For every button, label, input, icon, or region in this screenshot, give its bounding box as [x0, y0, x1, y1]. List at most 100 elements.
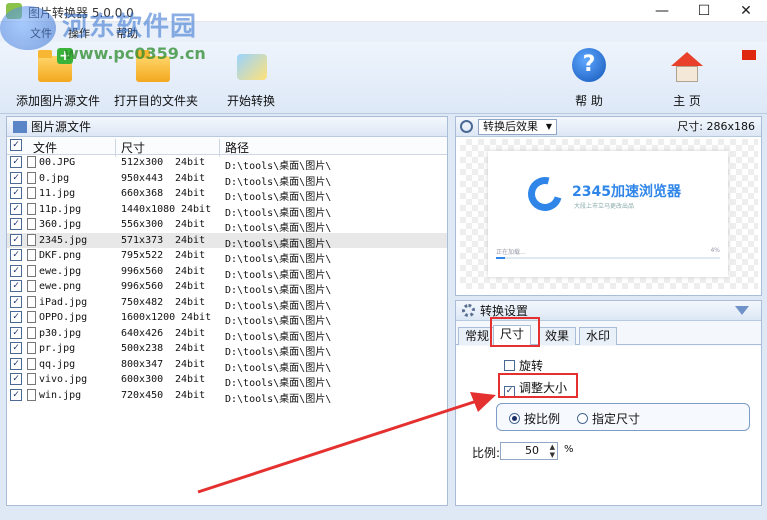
file-icon: [27, 187, 36, 199]
open-target-label: 打开目的文件夹: [114, 94, 199, 108]
help-icon: ?: [571, 48, 607, 84]
preview-image: 2345加速浏览器 大段上市立马更改出品 正在加载... 4%: [488, 151, 728, 277]
by-size-radio[interactable]: [577, 413, 588, 424]
rotate-option[interactable]: 旋转: [504, 357, 543, 374]
size-tab-highlight: [490, 317, 540, 347]
file-size: 1600x1200: [121, 312, 176, 323]
file-size: 556x300: [121, 219, 164, 230]
table-row[interactable]: ✓ DKF.png 795x522 24bit D:\tools\桌面\图片\: [7, 248, 447, 265]
select-all-checkbox[interactable]: ✓: [10, 139, 22, 151]
file-size: 996x560: [121, 265, 164, 277]
file-list-title: 图片源文件: [31, 120, 92, 134]
home-button[interactable]: 主 页: [666, 48, 708, 109]
tab-watermark[interactable]: 水印: [579, 327, 618, 345]
table-row[interactable]: ✓ 11p.jpg 1440x1080 24bit D:\tools\桌面\图片\: [7, 202, 447, 219]
table-row[interactable]: ✓ p30.jpg 640x426 24bit D:\tools\桌面\图片\: [7, 326, 447, 343]
column-path[interactable]: 路径: [225, 139, 249, 156]
rotate-checkbox[interactable]: [504, 360, 515, 371]
zoom-icon[interactable]: [460, 120, 473, 133]
row-checkbox[interactable]: ✓: [10, 233, 22, 246]
column-file[interactable]: 文件: [33, 139, 57, 156]
row-checkbox[interactable]: ✓: [10, 202, 22, 215]
file-name: ewe.jpg: [39, 265, 82, 277]
row-checkbox[interactable]: ✓: [10, 249, 22, 261]
file-name: 00.JPG: [39, 157, 76, 168]
close-button[interactable]: ✕: [726, 0, 766, 22]
file-depth: 24bit: [175, 296, 206, 308]
row-checkbox[interactable]: ✓: [10, 388, 22, 401]
by-ratio-radio[interactable]: [509, 413, 520, 424]
by-size-option[interactable]: 指定尺寸: [577, 410, 640, 427]
column-size[interactable]: 尺寸: [121, 139, 145, 156]
table-row[interactable]: ✓ iPad.jpg 750x482 24bit D:\tools\桌面\图片\: [7, 295, 447, 312]
row-checkbox[interactable]: ✓: [10, 342, 22, 354]
table-row[interactable]: ✓ OPPO.jpg 1600x1200 24bit D:\tools\桌面\图片\: [7, 310, 447, 327]
file-size: 640x426: [121, 327, 164, 339]
file-icon: [27, 357, 36, 370]
file-size: 500x238: [121, 343, 164, 354]
tab-effect[interactable]: 效果: [538, 327, 577, 345]
row-checkbox[interactable]: ✓: [10, 357, 22, 370]
help-label: 帮 助: [575, 94, 603, 108]
row-checkbox[interactable]: ✓: [10, 280, 22, 292]
language-flag-icon[interactable]: [742, 50, 756, 60]
collapse-icon[interactable]: [735, 306, 749, 315]
table-row[interactable]: ✓ ewe.jpg 996x560 24bit D:\tools\桌面\图片\: [7, 264, 447, 281]
row-checkbox[interactable]: ✓: [10, 295, 22, 308]
maximize-button[interactable]: ☐: [684, 0, 724, 22]
file-size: 571x373: [121, 234, 164, 246]
file-icon: [27, 280, 36, 292]
stepper-arrows-icon[interactable]: ▲ ▼: [550, 443, 555, 459]
file-icon: [27, 264, 36, 277]
file-size: 795x522: [121, 250, 164, 261]
file-name: win.jpg: [39, 389, 82, 401]
row-checkbox[interactable]: ✓: [10, 156, 22, 168]
gear-icon: [462, 304, 475, 317]
table-row[interactable]: ✓ pr.jpg 500x238 24bit D:\tools\桌面\图片\: [7, 341, 447, 358]
row-checkbox[interactable]: ✓: [10, 187, 22, 199]
file-size: 512x300: [121, 157, 164, 168]
file-rows: ✓ 00.JPG 512x300 24bit D:\tools\桌面\图片\ ✓ 0.jpg…: [7, 155, 447, 405]
preview-load-bar: [496, 257, 720, 259]
table-row[interactable]: ✓ 360.jpg 556x300 24bit D:\tools\桌面\图片\: [7, 217, 447, 234]
file-depth: 24bit: [175, 250, 206, 261]
table-row[interactable]: ✓ win.jpg 720x450 24bit D:\tools\桌面\图片\: [7, 388, 447, 405]
file-icon: [27, 218, 36, 230]
row-checkbox[interactable]: ✓: [10, 326, 22, 339]
by-ratio-option[interactable]: 按比例: [509, 410, 560, 427]
row-checkbox[interactable]: ✓: [10, 264, 22, 277]
row-checkbox[interactable]: ✓: [10, 311, 22, 323]
table-row[interactable]: ✓ 11.jpg 660x368 24bit D:\tools\桌面\图片\: [7, 186, 447, 203]
file-name: pr.jpg: [39, 343, 76, 354]
column-header: ✓ 文件 尺寸 路径: [7, 137, 447, 157]
row-checkbox[interactable]: ✓: [10, 373, 22, 385]
table-row[interactable]: ✓ 00.JPG 512x300 24bit D:\tools\桌面\图片\: [7, 155, 447, 172]
file-depth: 24bit: [175, 188, 206, 199]
ratio-value[interactable]: 50: [525, 444, 539, 457]
row-checkbox[interactable]: ✓: [10, 171, 22, 184]
table-row[interactable]: ✓ 2345.jpg 571x373 24bit D:\tools\桌面\图片\: [7, 232, 447, 250]
table-row[interactable]: ✓ 0.jpg 950x443 24bit D:\tools\桌面\图片\: [7, 171, 447, 188]
start-convert-button[interactable]: 开始转换: [224, 48, 278, 109]
preview-mode-dropdown[interactable]: 转换后效果 ▼: [478, 119, 557, 135]
ratio-stepper[interactable]: 50 ▲ ▼: [500, 442, 558, 460]
file-icon: [27, 295, 36, 308]
table-row[interactable]: ✓ ewe.png 996x560 24bit D:\tools\桌面\图片\: [7, 279, 447, 296]
file-name: p30.jpg: [39, 327, 82, 339]
file-name: iPad.jpg: [39, 296, 88, 308]
row-checkbox[interactable]: ✓: [10, 218, 22, 230]
file-depth: 24bit: [175, 374, 206, 385]
table-row[interactable]: ✓ vivo.jpg 600x300 24bit D:\tools\桌面\图片\: [7, 372, 447, 389]
table-row[interactable]: ✓ qq.jpg 800x347 24bit D:\tools\桌面\图片\: [7, 357, 447, 374]
file-name: 360.jpg: [39, 219, 82, 230]
watermark-title: 河东软件园: [62, 12, 198, 42]
preview-brand-sub: 大段上市立马更改出品: [574, 203, 635, 210]
minimize-button[interactable]: —: [642, 0, 682, 22]
file-icon: [27, 202, 36, 215]
resize-mode-group: 按比例 指定尺寸: [496, 403, 750, 431]
file-icon: [27, 342, 36, 354]
chevron-down-icon: ▼: [545, 122, 552, 131]
help-button[interactable]: ? 帮 助: [568, 48, 610, 109]
file-depth: 24bit: [181, 312, 212, 323]
start-convert-label: 开始转换: [226, 94, 275, 108]
